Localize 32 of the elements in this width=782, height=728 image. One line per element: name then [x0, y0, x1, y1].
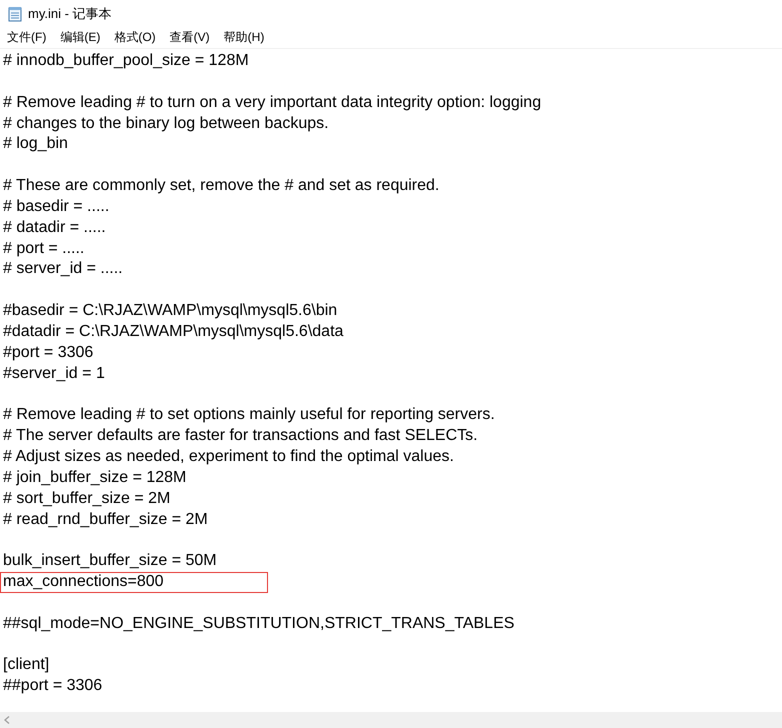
code-line: # sort_buffer_size = 2M — [3, 488, 170, 509]
window-title: my.ini - 记事本 — [28, 4, 112, 22]
code-line: # basedir = ..... — [3, 196, 110, 217]
code-line: #port = 3306 — [3, 342, 94, 363]
code-line: # server_id = ..... — [3, 259, 123, 280]
code-line: # These are commonly set, remove the # and set as required. — [3, 176, 440, 196]
menu-item[interactable]: 帮助(H) — [224, 28, 264, 47]
menu-item[interactable]: 查看(V) — [170, 28, 210, 47]
notepad-icon — [8, 6, 22, 22]
code-line: #basedir = C:\RJAZ\WAMP\mysql\mysql5.6\bin — [3, 301, 338, 322]
scroll-left-icon[interactable] — [4, 716, 10, 724]
code-line: # The server defaults are faster for transactions and fast SELECTs. — [3, 426, 478, 446]
code-line: #datadir = C:\RJAZ\WAMP\mysql\mysql5.6\data — [3, 322, 344, 342]
code-line: ##port = 3306 — [3, 676, 102, 696]
code-line: # join_buffer_size = 128M — [3, 468, 186, 488]
code-line: # changes to the binary log between backups. — [3, 114, 329, 134]
code-line: # innodb_buffer_pool_size = 128M — [3, 51, 249, 71]
code-line: ##sql_mode=NO_ENGINE_SUBSTITUTION,STRICT_TRANS_TABLES — [3, 614, 514, 634]
code-line: # log_bin — [3, 134, 68, 154]
code-line: # Adjust sizes as needed, experiment to find the optimal values. — [3, 447, 454, 468]
code-line: [client] — [3, 655, 50, 676]
menu-item[interactable]: 格式(O) — [114, 28, 156, 47]
menu-item[interactable]: 文件(F) — [7, 28, 46, 47]
code-line: bulk_insert_buffer_size = 50M — [3, 551, 217, 572]
horizontal-scrollbar[interactable] — [0, 712, 782, 728]
code-line: # read_rnd_buffer_size = 2M — [3, 510, 208, 530]
code-line: # datadir = ..... — [3, 218, 106, 238]
code-line: #server_id = 1 — [3, 364, 105, 384]
menu-item[interactable]: 编辑(E) — [60, 28, 100, 47]
code-line: # port = ..... — [3, 238, 84, 259]
code-line: # Remove leading # to set options mainly useful for reporting servers. — [3, 405, 495, 426]
code-line: # Remove leading # to turn on a very important data integrity option: logging — [3, 92, 542, 113]
